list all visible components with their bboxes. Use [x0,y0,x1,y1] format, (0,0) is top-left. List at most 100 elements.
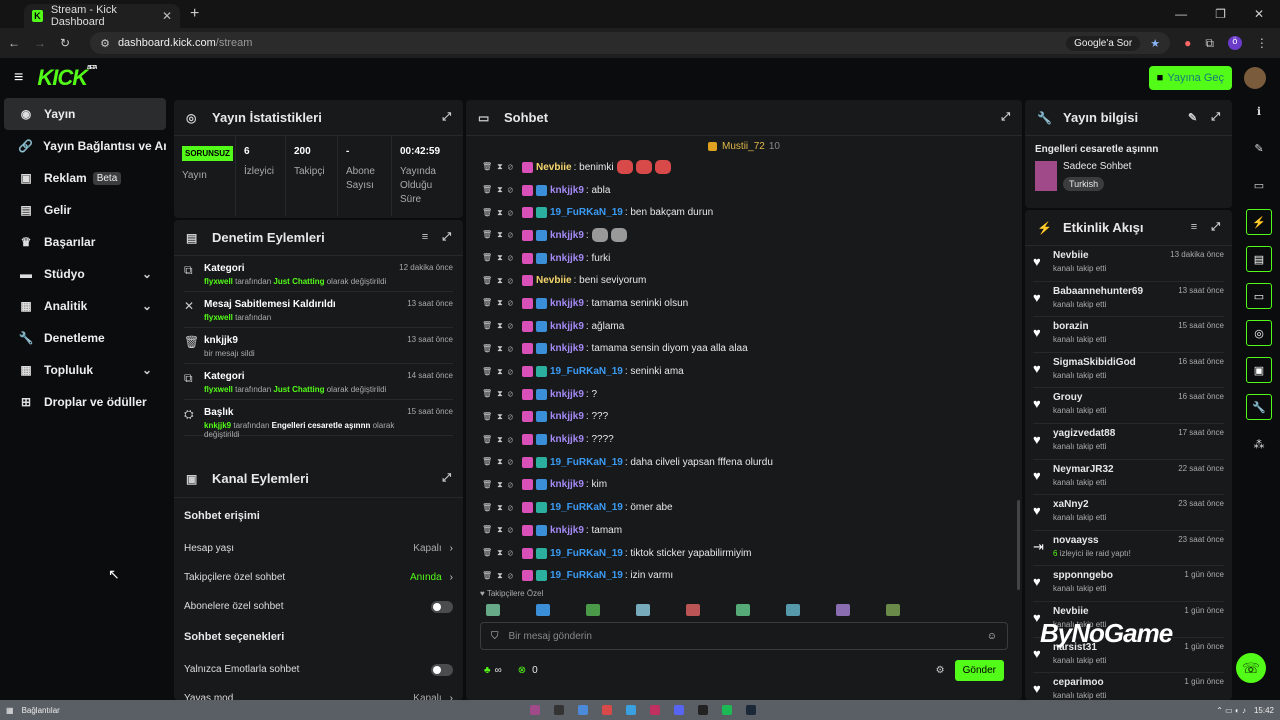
chat-message[interactable]: 🗑⧗⊘ Nevbiie: benimki [482,156,1006,179]
chevron-down-icon[interactable]: ⌄ [142,299,152,313]
activity-row[interactable]: ♥ yagizvedat88 kanalı takip etti 17 saat ön… [1033,424,1224,460]
activity-row[interactable]: ♥ spponngebo kanalı takip etti 1 gün önce [1033,566,1224,602]
sidebar-item[interactable]: ◉ Yayın [4,98,166,130]
chat-message[interactable]: 🗑⧗⊘ knkjjk9: tamama seninki olsun [482,292,1006,315]
expand-icon[interactable]: ⤢ [1001,111,1010,124]
chat-username[interactable]: Nevbiie [536,275,572,286]
toggle-switch[interactable] [431,600,453,613]
activity-row[interactable]: ♥ Babaannehunter69 kanalı takip etti 13 saa… [1033,282,1224,318]
mod-tools-icon[interactable]: 🗑⧗⊘ [482,344,518,354]
wrench-icon[interactable]: 🔧 [1246,394,1272,420]
chat-username[interactable]: 19_FuRKaN_19 [550,502,623,513]
chat-message[interactable]: 🗑⧗⊘ knkjjk9: abla [482,179,1006,202]
chat-username[interactable]: knkjjk9 [550,434,584,445]
sidebar-item[interactable]: 🔧 Denetleme [4,322,166,354]
setting-row[interactable]: Hesap yaşı Kapalı › [184,534,453,563]
info-icon[interactable]: ℹ [1246,98,1272,124]
reload-icon[interactable]: ↻ [60,36,70,50]
mod-tools-icon[interactable]: 🗑⧗⊘ [482,208,518,218]
filter-icon[interactable]: ≡ [1191,221,1197,234]
chat-message[interactable]: 🗑⧗⊘ knkjjk9: ???? [482,428,1006,451]
chat-username[interactable]: knkjjk9 [550,230,584,241]
mod-tools-icon[interactable]: 🗑⧗⊘ [482,503,518,513]
chevron-down-icon[interactable]: ⌄ [142,363,152,377]
chat-username[interactable]: knkjjk9 [550,525,584,536]
chat-username[interactable]: knkjjk9 [550,298,584,309]
chevron-down-icon[interactable]: ⌄ [142,267,152,281]
chat-message[interactable]: 🗑⧗⊘ knkjjk9: tamam [482,519,1006,542]
channel-icon[interactable]: ▣ [1246,357,1272,383]
chat-username[interactable]: Nevbiie [536,162,572,173]
mod-tools-icon[interactable]: 🗑⧗⊘ [482,367,518,377]
chat-settings-icon[interactable]: ⚙ [936,665,945,676]
mod-tools-icon[interactable]: 🗑⧗⊘ [482,276,518,286]
mod-tools-icon[interactable]: 🗑⧗⊘ [482,525,518,535]
chat-username[interactable]: knkjjk9 [550,389,584,400]
chat-scrollbar[interactable] [1017,500,1020,590]
browser-menu-icon[interactable]: ⋮ [1256,36,1268,50]
chat-message[interactable]: 🗑⧗⊘ knkjjk9: furki [482,247,1006,270]
sidebar-item[interactable]: ▦ Analitik ⌄ [4,290,166,322]
app-icon[interactable] [649,705,660,715]
discord-icon[interactable] [673,705,684,715]
chat-username[interactable]: 19_FuRKaN_19 [550,457,623,468]
app-icon[interactable] [601,705,612,715]
mod-tools-icon[interactable]: 🗑⧗⊘ [482,321,518,331]
expand-icon[interactable]: ⤢ [1211,111,1220,124]
video-icon[interactable]: ▭ [1246,172,1272,198]
chat-username[interactable]: knkjjk9 [550,479,584,490]
expand-icon[interactable]: ⤢ [442,231,451,244]
go-live-button[interactable]: ■ Yayına Geç [1148,66,1232,90]
expand-icon[interactable]: ⤢ [1211,221,1220,234]
app-icon[interactable] [529,705,540,715]
edit-icon[interactable]: ✎ [1188,111,1197,124]
close-tab-icon[interactable]: ✕ [162,9,172,23]
mod-tools-icon[interactable]: 🗑⧗⊘ [482,435,518,445]
emoji-icon[interactable]: ☺ [987,631,997,642]
sidebar-item[interactable]: 🔗 Yayın Bağlantısı ve Anahtarı [4,130,166,162]
chat-message[interactable]: 🗑⧗⊘ knkjjk9: ??? [482,406,1006,429]
activity-row[interactable]: ♥ ceparimoo kanalı takip etti 1 gün önce [1033,673,1224,700]
new-tab-icon[interactable]: + [190,5,199,23]
moderation-row[interactable]: 🗑 knkjjk9 bir mesajı sildi 13 saat önce [184,328,453,364]
setting-row[interactable]: Takipçilere özel sohbet Anında › [184,563,453,592]
help-chat-icon[interactable]: ☏ [1236,653,1266,683]
chat-username[interactable]: knkjjk9 [550,343,584,354]
chat-username[interactable]: knkjjk9 [550,253,584,264]
moderation-row[interactable]: ⧉ Kategori flyxwell tarafından Just Chatti… [184,256,453,292]
setting-row[interactable]: Yavaş mod Kapalı › [184,684,453,700]
mod-tools-icon[interactable]: 🗑⧗⊘ [482,230,518,240]
list-icon[interactable]: ▤ [1246,246,1272,272]
mod-tools-icon[interactable]: 🗑⧗⊘ [482,571,518,581]
bookmark-icon[interactable]: ▦ [6,706,14,715]
maximize-icon[interactable]: ❐ [1215,7,1226,21]
activity-row[interactable]: ♥ xaNny2 kanalı takip etti 23 saat önce [1033,495,1224,531]
expand-icon[interactable]: ⤢ [442,472,451,485]
close-window-icon[interactable]: ✕ [1254,7,1264,21]
chat-message[interactable]: 🗑⧗⊘ Nevbiie: beni seviyorum [482,269,1006,292]
bookmark-star-icon[interactable]: ★ [1150,37,1160,50]
chrome-icon[interactable] [577,705,588,715]
extensions-puzzle-icon[interactable]: ⧉ [1205,36,1214,51]
telegram-icon[interactable] [625,705,636,715]
user-avatar[interactable] [1244,67,1266,89]
activity-row[interactable]: ♥ borazin kanalı takip etti 15 saat önce [1033,317,1224,353]
activity-row[interactable]: ♥ Nevbiie kanalı takip etti 13 dakika önce [1033,246,1224,282]
mod-tools-icon[interactable]: 🗑⧗⊘ [482,548,518,558]
minimize-icon[interactable]: — [1175,7,1187,21]
mod-tools-icon[interactable]: 🗑⧗⊘ [482,389,518,399]
mod-tools-icon[interactable]: 🗑⧗⊘ [482,253,518,263]
back-icon[interactable]: ← [8,36,20,50]
mod-tools-icon[interactable]: 🗑⧗⊘ [482,185,518,195]
chat-username[interactable]: knkjjk9 [550,411,584,422]
extension-icon[interactable]: ● [1184,36,1191,50]
apps-icon[interactable]: ⁂ [1246,431,1272,457]
chat-username[interactable]: 19_FuRKaN_19 [550,570,623,581]
moderation-row[interactable]: ✕ Mesaj Sabitlemesi Kaldırıldı flyxwell ta… [184,292,453,328]
filter-icon[interactable]: ≡ [422,231,428,244]
moderation-row[interactable]: ⧉ Kategori flyxwell tarafından Just Chatti… [184,364,453,400]
target-icon[interactable]: ◎ [1246,320,1272,346]
address-bar[interactable]: ⚙ dashboard.kick.com/stream Google'a Sor… [90,32,1171,54]
chat-username[interactable]: knkjjk9 [550,185,584,196]
chat-message[interactable]: 🗑⧗⊘ 19_FuRKaN_19: daha cilveli yapsan fff… [482,451,1006,474]
